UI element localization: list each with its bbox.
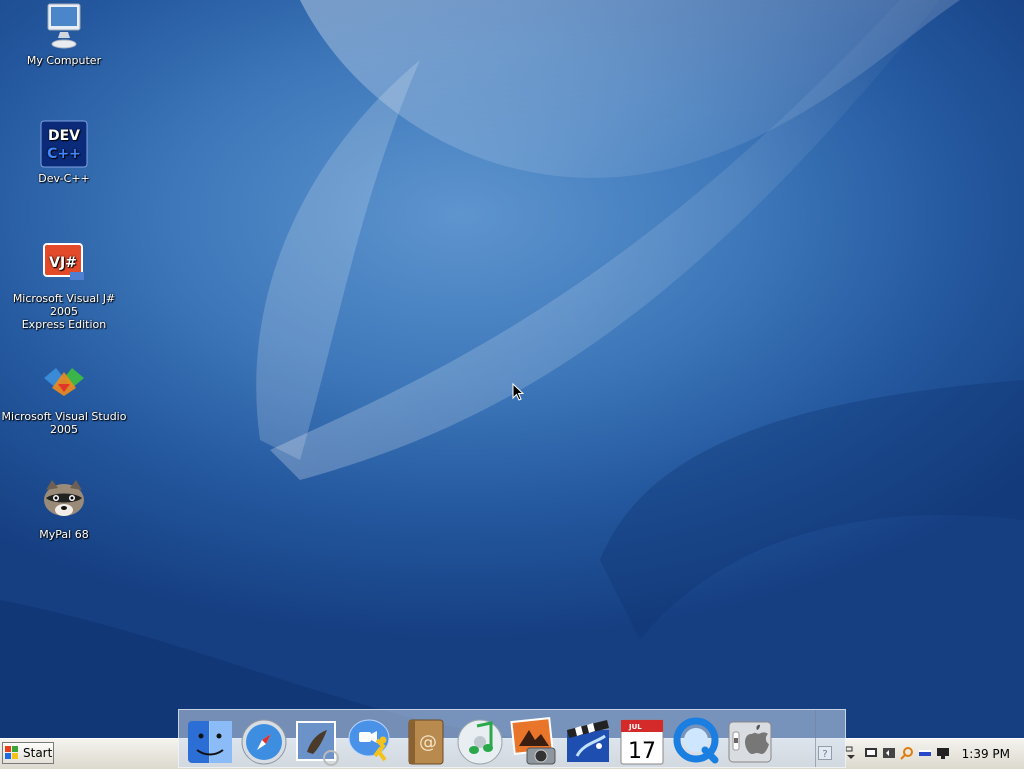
raccoon-icon	[40, 476, 88, 524]
svg-text:@: @	[419, 732, 437, 753]
clock[interactable]: 1:39 PM	[962, 747, 1010, 761]
desktop-icon-label: Dev-C++	[38, 172, 90, 185]
quicktime-icon[interactable]	[671, 716, 721, 766]
desktop-icon-label-line1: Microsoft Visual Studio	[1, 410, 127, 423]
volume-icon[interactable]	[882, 746, 896, 760]
monitor-icon[interactable]	[864, 746, 878, 760]
ical-day: 17	[628, 739, 656, 764]
desktop-icon-my-computer[interactable]: My Computer	[0, 2, 128, 67]
computer-icon	[40, 2, 88, 50]
desktop-icon-mypal[interactable]: MyPal 68	[0, 476, 128, 541]
display-icon[interactable]	[936, 746, 950, 760]
vj-badge: VJ#	[49, 255, 77, 271]
safari-icon[interactable]	[239, 716, 289, 766]
mouse-cursor-icon	[512, 383, 524, 401]
visual-studio-icon	[40, 358, 88, 406]
ical-month: JUL	[628, 723, 642, 731]
dock: @ JUL 17	[178, 709, 846, 768]
ichat-icon[interactable]	[347, 716, 397, 766]
desktop-icon-visual-jsharp[interactable]: VJ# Microsoft Visual J# 2005 Express Edi…	[0, 240, 128, 331]
dev-badge-top: DEV	[48, 128, 80, 144]
mail-icon[interactable]	[293, 716, 343, 766]
finder-icon[interactable]	[185, 716, 235, 766]
itunes-icon[interactable]	[455, 716, 505, 766]
visual-jsharp-icon: VJ#	[40, 240, 88, 288]
iphoto-icon[interactable]	[509, 716, 559, 766]
dev-cpp-icon: DEV C++	[40, 120, 88, 168]
search-icon[interactable]	[900, 746, 914, 760]
dev-badge-bottom: C++	[47, 146, 81, 162]
desktop-wallpaper	[0, 0, 1024, 738]
start-label: Start	[23, 746, 53, 760]
windows-flag-icon	[5, 746, 19, 760]
dock-separator	[815, 710, 816, 767]
desktop-icon-dev-cpp[interactable]: DEV C++ Dev-C++	[0, 120, 128, 185]
system-preferences-icon[interactable]	[725, 716, 775, 766]
desktop-icon-visual-studio[interactable]: Microsoft Visual Studio 2005	[0, 358, 128, 436]
tray-arrows-icon[interactable]	[844, 746, 858, 760]
address-book-icon[interactable]: @	[401, 716, 451, 766]
start-button[interactable]: Start	[2, 742, 54, 764]
desktop-icon-label: MyPal 68	[39, 528, 89, 541]
desktop-icon-label-line2: 2005	[50, 423, 78, 436]
network-icon[interactable]	[918, 746, 932, 760]
desktop-icon-label-line1: Microsoft Visual J# 2005	[12, 292, 116, 318]
ical-icon[interactable]: JUL 17	[617, 716, 667, 766]
desktop-icon-label: My Computer	[26, 54, 102, 67]
imovie-icon[interactable]	[563, 716, 613, 766]
desktop-icon-label-line2: Express Edition	[21, 318, 107, 331]
system-tray: ? 1:39 PM	[818, 742, 1020, 766]
